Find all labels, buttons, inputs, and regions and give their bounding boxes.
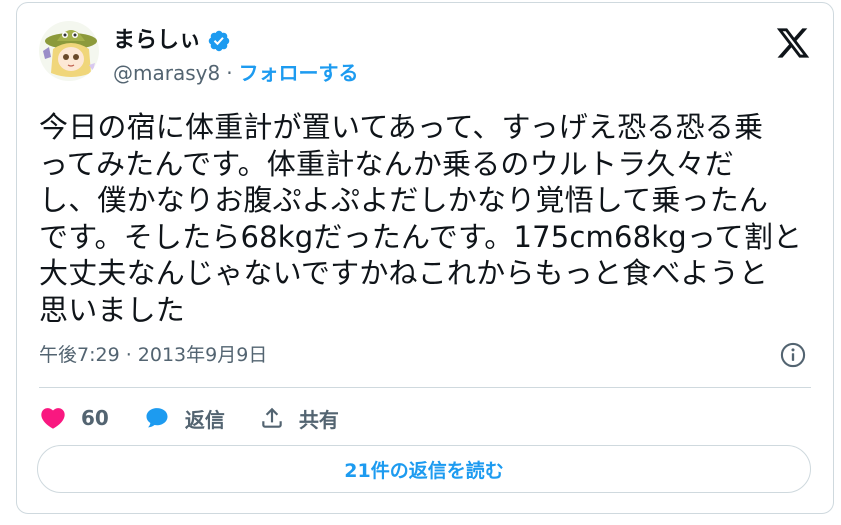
verified-badge-icon — [208, 30, 230, 52]
follow-button[interactable]: フォローする — [239, 59, 359, 87]
tweet-text: 今日の宿に体重計が置いてあって、すっげえ恐る恐る乗 ってみたんです。体重計なんか… — [39, 110, 803, 327]
action-bar: 60 返信 共有 — [39, 401, 373, 435]
like-count: 60 — [81, 406, 109, 430]
read-replies-button[interactable]: 21件の返信を読む — [37, 445, 811, 493]
author-name-row[interactable]: まらしぃ — [113, 27, 231, 55]
reply-button[interactable]: 返信 — [143, 404, 225, 433]
tweet-card: まらしぃ @marasy8 · フォローする 今日の宿に体重計が置いてあって、す… — [16, 2, 834, 514]
avatar-image — [39, 21, 99, 81]
share-label: 共有 — [298, 407, 339, 432]
author-handle-row: @marasy8 · フォローする — [113, 59, 359, 87]
divider — [39, 387, 811, 388]
display-name[interactable]: まらしぃ — [113, 27, 201, 55]
share-button[interactable]: 共有 — [259, 404, 339, 433]
speech-bubble-icon — [146, 408, 168, 428]
author-handle[interactable]: @marasy8 — [113, 59, 220, 87]
like-button[interactable]: 60 — [39, 404, 109, 432]
avatar[interactable] — [39, 21, 99, 81]
x-logo-icon[interactable] — [775, 25, 811, 61]
info-icon[interactable] — [779, 341, 807, 369]
tweet-timestamp[interactable]: 午後7:29 · 2013年9月9日 — [39, 343, 267, 367]
reply-label: 返信 — [184, 407, 225, 432]
share-icon — [262, 407, 282, 428]
separator-dot: · — [226, 61, 233, 85]
heart-icon — [41, 408, 65, 429]
